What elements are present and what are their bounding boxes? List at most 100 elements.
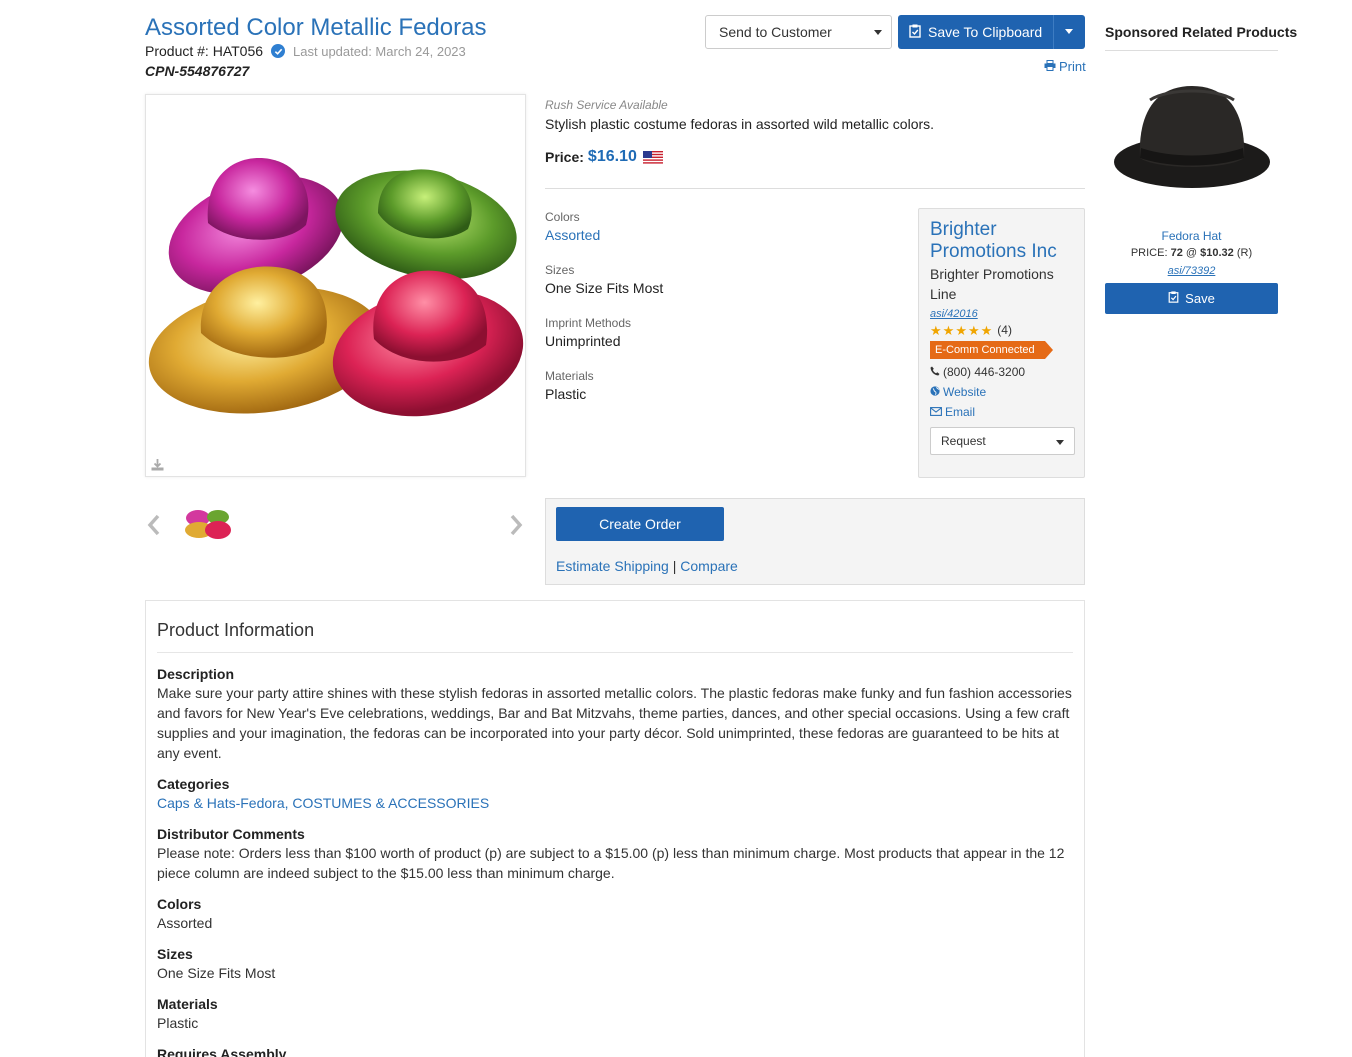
supplier-card: Brighter Promotions Inc Brighter Promoti…	[918, 208, 1085, 478]
chevron-down-icon	[874, 30, 882, 35]
cpn-number: CPN-554876727	[145, 63, 250, 79]
supplier-rating[interactable]: ★ ★ ★ ★ ★ (4)	[930, 323, 1073, 337]
attribute-value-link[interactable]: Assorted	[545, 227, 600, 243]
product-information-panel: Product Information Description Make sur…	[145, 600, 1085, 1057]
verified-check-icon	[271, 44, 286, 58]
save-to-clipboard-button[interactable]: Save To Clipboard	[898, 15, 1085, 49]
chevron-down-icon	[1056, 440, 1064, 445]
info-section-materials: Materials Plastic	[157, 995, 1073, 1033]
print-link[interactable]: Print	[1044, 59, 1086, 74]
price-at: @	[1185, 247, 1198, 259]
info-section-sizes: Sizes One Size Fits Most	[157, 945, 1073, 983]
link-separator: |	[672, 558, 677, 574]
product-image[interactable]	[146, 95, 525, 476]
supplier-phone: (800) 446-3200	[930, 365, 1073, 379]
printer-icon	[1044, 59, 1056, 74]
attribute-label: Colors	[545, 210, 580, 224]
clipboard-icon	[909, 24, 921, 41]
print-label: Print	[1059, 59, 1086, 74]
compare-link[interactable]: Compare	[680, 558, 738, 574]
section-heading: Distributor Comments	[157, 826, 305, 842]
sponsored-heading: Sponsored Related Products	[1105, 24, 1298, 40]
product-thumbnail[interactable]	[184, 505, 232, 544]
sponsored-product-price: PRICE: 72 @ $10.32 (R)	[1105, 247, 1278, 259]
info-section-categories: Categories Caps & Hats-Fedora, COSTUMES …	[157, 775, 1073, 813]
star-icon: ★	[980, 322, 993, 338]
price-value: $16.10	[587, 148, 637, 165]
phone-icon	[930, 365, 940, 379]
attribute-materials: Materials Plastic	[545, 369, 594, 402]
section-text: Please note: Orders less than $100 worth…	[157, 845, 1065, 881]
price-quantity: 72	[1170, 247, 1183, 259]
price-code: (R)	[1236, 247, 1253, 259]
short-description: Stylish plastic costume fedoras in assor…	[545, 116, 935, 132]
email-label: Email	[945, 405, 976, 419]
attribute-label: Materials	[545, 369, 594, 383]
section-text: Make sure your party attire shines with …	[157, 685, 1072, 761]
rush-service-note: Rush Service Available	[545, 98, 668, 112]
request-label: Request	[941, 434, 986, 448]
product-number: Product #: HAT056	[145, 43, 264, 59]
sponsored-product-image[interactable]	[1110, 78, 1274, 203]
send-to-customer-dropdown[interactable]: Send to Customer	[705, 15, 892, 49]
send-to-customer-label: Send to Customer	[719, 24, 832, 40]
info-section-colors: Colors Assorted	[157, 895, 1073, 933]
download-icon[interactable]	[151, 458, 164, 474]
section-heading: Sizes	[157, 946, 193, 962]
clipboard-icon	[1168, 291, 1179, 306]
info-section-description: Description Make sure your party attire …	[157, 665, 1073, 763]
website-label: Website	[943, 385, 987, 399]
sponsored-supplier-asi-link[interactable]: asi/73392	[1105, 265, 1278, 277]
chevron-right-icon[interactable]	[508, 513, 524, 540]
attribute-label: Imprint Methods	[545, 316, 632, 330]
divider	[545, 188, 1085, 189]
split-divider	[1053, 15, 1054, 49]
price-amount: $10.32	[1200, 247, 1234, 259]
attribute-value: Unimprinted	[545, 333, 621, 349]
globe-icon	[930, 385, 940, 399]
section-heading: Colors	[157, 896, 202, 912]
price-row: Price: $16.10	[545, 148, 663, 166]
star-icon: ★	[955, 322, 967, 338]
categories-links[interactable]: Caps & Hats-Fedora, COSTUMES & ACCESSORI…	[157, 793, 1073, 813]
estimate-shipping-link[interactable]: Estimate Shipping	[556, 558, 669, 574]
supplier-name-link[interactable]: Brighter Promotions Inc	[930, 219, 1073, 263]
page-title: Assorted Color Metallic Fedoras	[145, 14, 487, 41]
attribute-imprint-methods: Imprint Methods Unimprinted	[545, 316, 631, 349]
attribute-value: Plastic	[545, 386, 587, 402]
rating-count: (4)	[997, 323, 1012, 337]
section-text: Assorted	[157, 915, 213, 931]
info-section-requires-assembly: Requires Assembly	[157, 1045, 1073, 1057]
info-section-distributor-comments: Distributor Comments Please note: Orders…	[157, 825, 1073, 883]
envelope-icon	[930, 405, 942, 419]
product-image-frame	[145, 94, 526, 477]
divider	[1105, 50, 1278, 51]
star-icon: ★	[942, 322, 955, 338]
chevron-down-icon[interactable]	[1065, 29, 1073, 34]
save-to-clipboard-label: Save To Clipboard	[928, 24, 1043, 40]
chevron-left-icon[interactable]	[146, 513, 162, 540]
section-heading: Requires Assembly	[157, 1046, 287, 1057]
supplier-line: Brighter Promotions Line	[930, 266, 1054, 302]
supplier-email-link[interactable]: Email	[930, 405, 1073, 419]
order-panel: Create Order Estimate Shipping | Compare	[545, 498, 1085, 585]
us-flag-icon	[642, 150, 663, 164]
product-information-heading: Product Information	[157, 601, 1073, 653]
section-heading: Materials	[157, 996, 218, 1012]
star-icon: ★	[967, 322, 980, 338]
section-text: One Size Fits Most	[157, 965, 276, 981]
supplier-asi-link[interactable]: asi/42016	[930, 308, 1073, 320]
price-label: Price:	[545, 149, 584, 165]
request-dropdown[interactable]: Request	[930, 427, 1075, 455]
attribute-label: Sizes	[545, 263, 575, 277]
section-text: Plastic	[157, 1015, 199, 1031]
last-updated: Last updated: March 24, 2023	[293, 43, 466, 59]
sponsored-save-button[interactable]: Save	[1105, 283, 1278, 314]
attribute-colors: Colors Assorted	[545, 210, 600, 243]
supplier-website-link[interactable]: Website	[930, 385, 1073, 399]
create-order-button[interactable]: Create Order	[556, 507, 724, 541]
price-prefix: PRICE:	[1130, 247, 1168, 259]
attribute-sizes: Sizes One Size Fits Most	[545, 263, 663, 296]
sponsored-product-name[interactable]: Fedora Hat	[1105, 229, 1278, 243]
product-number-row: Product #: HAT056 Last updated: March 24…	[145, 43, 466, 59]
